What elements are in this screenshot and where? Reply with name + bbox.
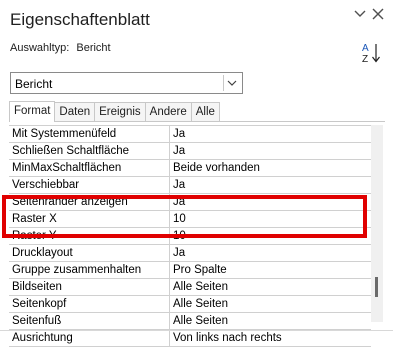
selection-type: Auswahltyp: Bericht (10, 42, 111, 54)
svg-text:A: A (362, 43, 369, 54)
window-title: Eigenschaftenblatt (10, 10, 150, 29)
property-name: Ausrichtung (9, 330, 170, 346)
selection-type-value: Bericht (76, 42, 111, 54)
property-name: Drucklayout (9, 245, 170, 261)
collapse-button[interactable] (350, 6, 370, 26)
property-name: Seitenfuß (9, 313, 170, 329)
tab-format[interactable]: Format (9, 101, 56, 122)
property-row[interactable]: Drucklayout Ja (9, 245, 371, 262)
property-grid: Mit Systemmenüfeld Ja Schließen Schaltfläc… (9, 125, 371, 347)
property-row[interactable]: Verschiebbar Ja (9, 177, 371, 194)
property-value[interactable]: 10 (170, 228, 371, 244)
tab-ereignis[interactable]: Ereignis (94, 102, 146, 121)
tab-daten[interactable]: Daten (54, 102, 96, 121)
property-value[interactable]: Alle Seiten (170, 296, 371, 312)
property-value[interactable]: Ja (170, 194, 371, 210)
tab-bar: Format Daten Ereignis Andere Alle (9, 101, 220, 122)
property-value[interactable]: Ja (170, 143, 371, 159)
property-name: Raster X (9, 211, 170, 227)
property-name: Schließen Schaltfläche (9, 143, 170, 159)
svg-text:Z: Z (362, 54, 368, 65)
property-value[interactable]: Alle Seiten (170, 313, 371, 329)
property-name: Raster Y (9, 228, 170, 244)
property-row[interactable]: Mit Systemmenüfeld Ja (9, 126, 371, 143)
property-value[interactable]: Von links nach rechts (170, 330, 371, 346)
tab-alle[interactable]: Alle (190, 102, 220, 121)
property-row[interactable]: Raster X 10 (9, 211, 371, 228)
property-value[interactable]: Ja (170, 177, 371, 193)
selection-type-label: Auswahltyp: (10, 42, 70, 54)
sort-button[interactable]: A Z (361, 40, 383, 66)
chevron-down-icon (227, 80, 237, 86)
property-name: Mit Systemmenüfeld (9, 126, 170, 142)
titlebar: Eigenschaftenblatt (0, 0, 393, 40)
close-button[interactable] (368, 6, 388, 26)
property-row[interactable]: Schließen Schaltfläche Ja (9, 143, 371, 160)
chevron-down-icon (354, 10, 366, 17)
property-name: MinMaxSchaltflächen (9, 160, 170, 176)
property-row[interactable]: Gruppe zusammenhalten Pro Spalte (9, 262, 371, 279)
property-row[interactable]: Seitenkopf Alle Seiten (9, 296, 371, 313)
object-select[interactable]: Bericht (10, 72, 243, 94)
vertical-scrollbar[interactable] (371, 125, 383, 322)
property-sheet-window: Eigenschaftenblatt Auswahltyp: Bericht A… (0, 0, 393, 347)
property-value[interactable]: Alle Seiten (170, 279, 371, 295)
property-name: Seitenränder anzeigen (9, 194, 170, 210)
property-name: Seitenkopf (9, 296, 170, 312)
object-select-value: Bericht (15, 77, 53, 91)
property-name: Gruppe zusammenhalten (9, 262, 170, 278)
tab-andere[interactable]: Andere (144, 102, 192, 121)
property-row[interactable]: Bildseiten Alle Seiten (9, 279, 371, 296)
property-value[interactable]: Beide vorhanden (170, 160, 371, 176)
scrollbar-thumb[interactable] (375, 277, 378, 297)
property-value[interactable]: Ja (170, 126, 371, 142)
property-row[interactable]: Raster Y 10 (9, 228, 371, 245)
property-value[interactable]: Pro Spalte (170, 262, 371, 278)
property-row[interactable]: Seitenfuß Alle Seiten (9, 313, 371, 330)
close-icon (372, 8, 384, 20)
property-name: Verschiebbar (9, 177, 170, 193)
property-row[interactable]: MinMaxSchaltflächen Beide vorhanden (9, 160, 371, 177)
sort-az-icon: A Z (362, 43, 380, 65)
property-name: Bildseiten (9, 279, 170, 295)
bottom-border (0, 330, 393, 331)
property-row[interactable]: Seitenränder anzeigen Ja (9, 194, 371, 211)
tab-divider (9, 121, 385, 122)
property-value[interactable]: Ja (170, 245, 371, 261)
property-value[interactable]: 10 (170, 211, 371, 227)
dropdown-arrow-button[interactable] (223, 75, 240, 91)
